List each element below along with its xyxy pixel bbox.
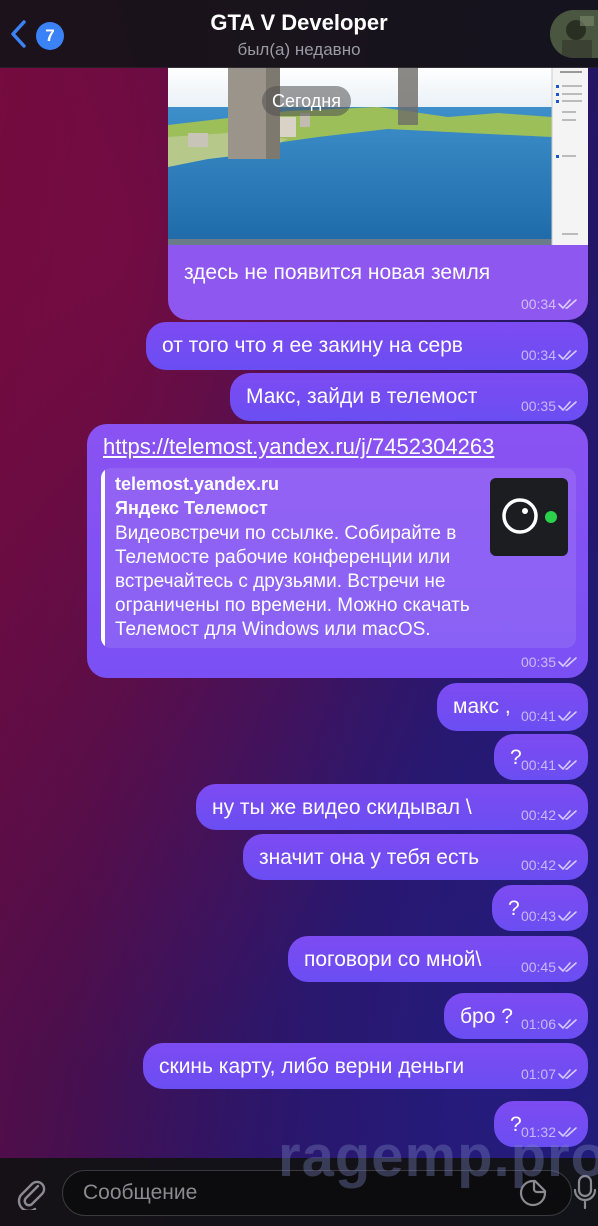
chat-title[interactable]: GTA V Developer xyxy=(0,10,598,36)
message-bubble[interactable]: бро ? 01:06 xyxy=(444,993,588,1039)
message-bubble[interactable]: значит она у тебя есть 00:42 xyxy=(243,834,588,880)
message-time: 00:35 xyxy=(520,654,556,670)
message-time: 01:06 xyxy=(520,1016,556,1032)
chat-header: 7 GTA V Developer был(а) недавно xyxy=(0,0,598,68)
double-check-icon xyxy=(558,760,577,770)
message-time: 00:43 xyxy=(520,908,556,924)
message-meta: 00:45 xyxy=(521,959,578,975)
message-meta: 00:41 xyxy=(521,757,578,773)
watermark: ragemp.pro xyxy=(278,1124,598,1189)
double-check-icon xyxy=(558,1069,577,1079)
message-time: 00:42 xyxy=(520,807,556,823)
message-bubble[interactable]: ? 00:41 xyxy=(494,734,588,780)
map-editor-screenshot[interactable] xyxy=(168,67,588,245)
message-text: Макс, зайди в телемост xyxy=(246,385,478,408)
image-caption: здесь не появится новая земля xyxy=(184,261,491,284)
paperclip-icon[interactable] xyxy=(14,1176,48,1210)
double-check-icon xyxy=(558,711,577,721)
chat-status: был(а) недавно xyxy=(237,40,361,59)
double-check-icon xyxy=(558,401,577,411)
double-check-icon xyxy=(558,350,577,360)
message-meta: 00:34 xyxy=(521,296,578,312)
avatar[interactable] xyxy=(550,10,598,58)
message-meta: 00:35 xyxy=(521,654,578,670)
message-text: поговори со мной\ xyxy=(304,948,482,971)
message-text: ? xyxy=(508,897,520,920)
link-message[interactable]: https://telemost.yandex.ru/j/7452304263 … xyxy=(87,424,588,678)
message-meta: 00:41 xyxy=(521,708,578,724)
message-time: 00:34 xyxy=(520,347,556,363)
message-bubble[interactable]: от того что я ее закину на серв 00:34 xyxy=(146,322,588,370)
message-bubble[interactable]: ну ты же видео скидывал \ 00:42 xyxy=(196,784,588,830)
link-preview[interactable]: telemost.yandex.ru Яндекс Телемост Видео… xyxy=(101,468,576,648)
telemost-logo-icon xyxy=(490,478,568,556)
preview-site-name: telemost.yandex.ru xyxy=(115,474,280,494)
message-meta: 01:07 xyxy=(521,1066,578,1082)
message-time: 00:35 xyxy=(520,398,556,414)
date-chip: Сегодня xyxy=(262,86,351,116)
double-check-icon xyxy=(558,810,577,820)
message-meta: 00:42 xyxy=(521,857,578,873)
message-bubble[interactable]: ? 00:43 xyxy=(492,885,588,931)
message-time: 00:41 xyxy=(520,708,556,724)
preview-title: Яндекс Телемост xyxy=(115,498,268,518)
message-time: 00:42 xyxy=(520,857,556,873)
double-check-icon xyxy=(558,299,577,309)
message-text: бро ? xyxy=(460,1005,513,1028)
message-meta: 00:34 xyxy=(521,347,578,363)
message-text: ну ты же видео скидывал \ xyxy=(212,796,472,819)
message-meta: 00:42 xyxy=(521,807,578,823)
message-text: скинь карту, либо верни деньги xyxy=(159,1055,465,1078)
double-check-icon xyxy=(558,1019,577,1029)
message-time: 00:34 xyxy=(520,296,556,312)
message-link[interactable]: https://telemost.yandex.ru/j/7452304263 xyxy=(103,434,494,460)
message-meta: 00:43 xyxy=(521,908,578,924)
double-check-icon xyxy=(558,962,577,972)
message-time: 01:07 xyxy=(520,1066,556,1082)
preview-accent-bar xyxy=(101,468,105,648)
image-message[interactable]: здесь не появится новая земля 00:34 xyxy=(168,67,588,320)
message-meta: 00:35 xyxy=(521,398,578,414)
message-time: 00:41 xyxy=(520,757,556,773)
message-text: от того что я ее закину на серв xyxy=(162,334,463,357)
double-check-icon xyxy=(558,860,577,870)
message-bubble[interactable]: скинь карту, либо верни деньги 01:07 xyxy=(143,1043,588,1089)
message-bubble[interactable]: поговори со мной\ 00:45 xyxy=(288,936,588,982)
message-time: 00:45 xyxy=(520,959,556,975)
message-text: значит она у тебя есть xyxy=(259,846,480,869)
double-check-icon xyxy=(558,657,577,667)
preview-description: Видеовстречи по ссылке. Собирайте в Теле… xyxy=(115,523,470,640)
message-text: макс , xyxy=(453,695,511,718)
avatar-image xyxy=(550,10,598,58)
message-meta: 01:06 xyxy=(521,1016,578,1032)
double-check-icon xyxy=(558,911,577,921)
message-text: ? xyxy=(510,746,522,769)
message-bubble[interactable]: макс , 00:41 xyxy=(437,683,588,731)
message-bubble[interactable]: Макс, зайди в телемост 00:35 xyxy=(230,373,588,421)
